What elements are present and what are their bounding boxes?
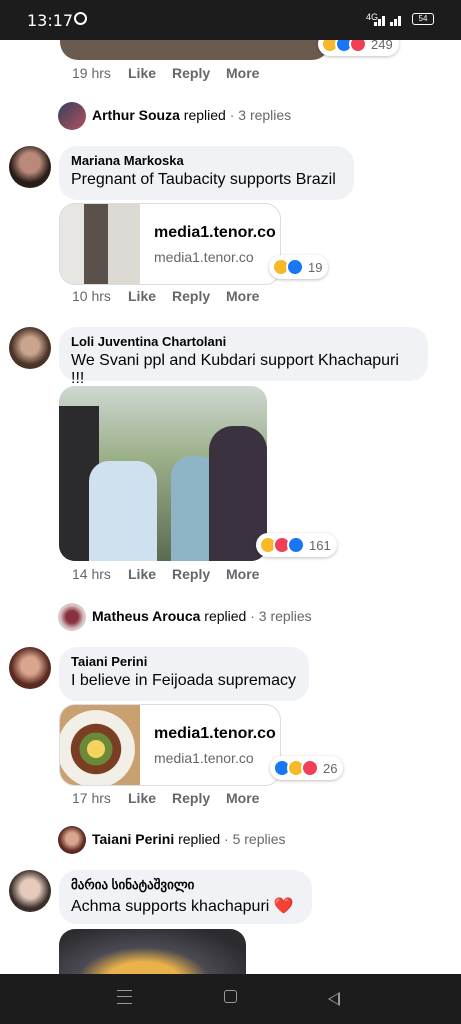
like-button[interactable]: Like: [128, 288, 156, 304]
comment-time: 14 hrs: [72, 566, 111, 582]
signal-icon: [374, 14, 388, 26]
reaction-count: 19: [308, 259, 323, 275]
comment-bubble: Mariana Markoska Pregnant of Taubacity s…: [59, 146, 354, 200]
reply-count: 3 replies: [238, 107, 292, 123]
avatar[interactable]: [9, 146, 51, 188]
clock: 13:17: [27, 11, 74, 30]
comment-text: Pregnant of Taubacity supports Brazil: [71, 171, 336, 188]
comment-image[interactable]: [59, 929, 246, 974]
comment-author[interactable]: Taiani Perini: [71, 654, 297, 669]
avatar[interactable]: [58, 102, 86, 130]
comment-bubble: მარია სინატაშვილი Achma supports khachap…: [59, 870, 312, 924]
comment-bubble: Loli Juventina Chartolani We Svani ppl a…: [59, 327, 428, 387]
recent-apps-button[interactable]: [117, 990, 132, 1004]
avatar[interactable]: [9, 870, 51, 912]
comment-author[interactable]: მარია სინატაშვილი: [71, 877, 300, 893]
reply-button[interactable]: Reply: [172, 65, 210, 81]
reply-button[interactable]: Reply: [172, 790, 210, 806]
reply-button[interactable]: Reply: [172, 566, 210, 582]
comment-time: 10 hrs: [72, 288, 111, 304]
like-reaction-icon: [287, 536, 305, 554]
call-icon: [74, 12, 87, 25]
status-bar: 13:17 4G 54: [0, 0, 461, 40]
battery-icon: 54: [412, 13, 434, 25]
reply-count: 5 replies: [232, 831, 286, 847]
link-title: media1.tenor.co: [154, 725, 276, 742]
link-domain: media1.tenor.co: [154, 249, 254, 265]
reaction-summary[interactable]: 161: [256, 533, 337, 557]
like-button[interactable]: Like: [128, 65, 156, 81]
reaction-summary[interactable]: 249: [318, 40, 399, 56]
reaction-summary[interactable]: 26: [270, 756, 344, 780]
more-button[interactable]: More: [226, 65, 259, 81]
reply-author: Taiani Perini: [92, 831, 175, 847]
reaction-count: 26: [323, 760, 338, 776]
more-button[interactable]: More: [226, 288, 259, 304]
link-thumbnail: [60, 204, 140, 284]
comments-feed[interactable]: 249 19 hrs Like Reply More Arthur Souza …: [0, 40, 461, 974]
replies-link[interactable]: Arthur Souza replied · 3 replies: [92, 107, 291, 123]
like-button[interactable]: Like: [128, 790, 156, 806]
more-button[interactable]: More: [226, 790, 259, 806]
reply-count: 3 replies: [258, 608, 312, 624]
reply-button[interactable]: Reply: [172, 288, 210, 304]
system-nav-bar: [0, 974, 461, 1024]
reply-author: Arthur Souza: [92, 107, 180, 123]
link-preview[interactable]: media1.tenor.co media1.tenor.co: [59, 203, 281, 285]
avatar[interactable]: [58, 603, 86, 631]
replies-link[interactable]: Matheus Arouca replied · 3 replies: [92, 608, 312, 624]
link-preview[interactable]: media1.tenor.co media1.tenor.co: [59, 704, 281, 786]
comment-image[interactable]: [59, 386, 267, 561]
comment-author[interactable]: Mariana Markoska: [71, 153, 342, 168]
reaction-count: 249: [371, 40, 393, 52]
link-domain: media1.tenor.co: [154, 750, 254, 766]
back-button[interactable]: [328, 992, 340, 1006]
link-title: media1.tenor.co: [154, 224, 276, 241]
reaction-count: 161: [309, 537, 331, 553]
home-button[interactable]: [224, 990, 237, 1003]
comment-bubble: Taiani Perini I believe in Feijoada supr…: [59, 647, 309, 701]
love-reaction-icon: [301, 759, 319, 777]
comment-text: I believe in Feijoada supremacy: [71, 672, 297, 689]
avatar[interactable]: [58, 826, 86, 854]
more-button[interactable]: More: [226, 566, 259, 582]
like-reaction-icon: [286, 258, 304, 276]
avatar[interactable]: [9, 327, 51, 369]
signal-icon-2: [390, 14, 404, 26]
comment-time: 17 hrs: [72, 790, 111, 806]
comment-author[interactable]: Loli Juventina Chartolani: [71, 334, 416, 349]
reply-author: Matheus Arouca: [92, 608, 201, 624]
comment-time: 19 hrs: [72, 65, 111, 81]
love-reaction-icon: [349, 40, 367, 53]
avatar[interactable]: [9, 647, 51, 689]
comment-text: Achma supports khachapuri ❤️: [71, 898, 294, 915]
reaction-summary[interactable]: 19: [269, 255, 329, 279]
link-thumbnail: [60, 705, 140, 785]
comment-text: We Svani ppl and Kubdari support Khachap…: [71, 352, 399, 387]
partial-media[interactable]: [60, 40, 330, 60]
replies-link[interactable]: Taiani Perini replied · 5 replies: [92, 831, 286, 847]
like-button[interactable]: Like: [128, 566, 156, 582]
